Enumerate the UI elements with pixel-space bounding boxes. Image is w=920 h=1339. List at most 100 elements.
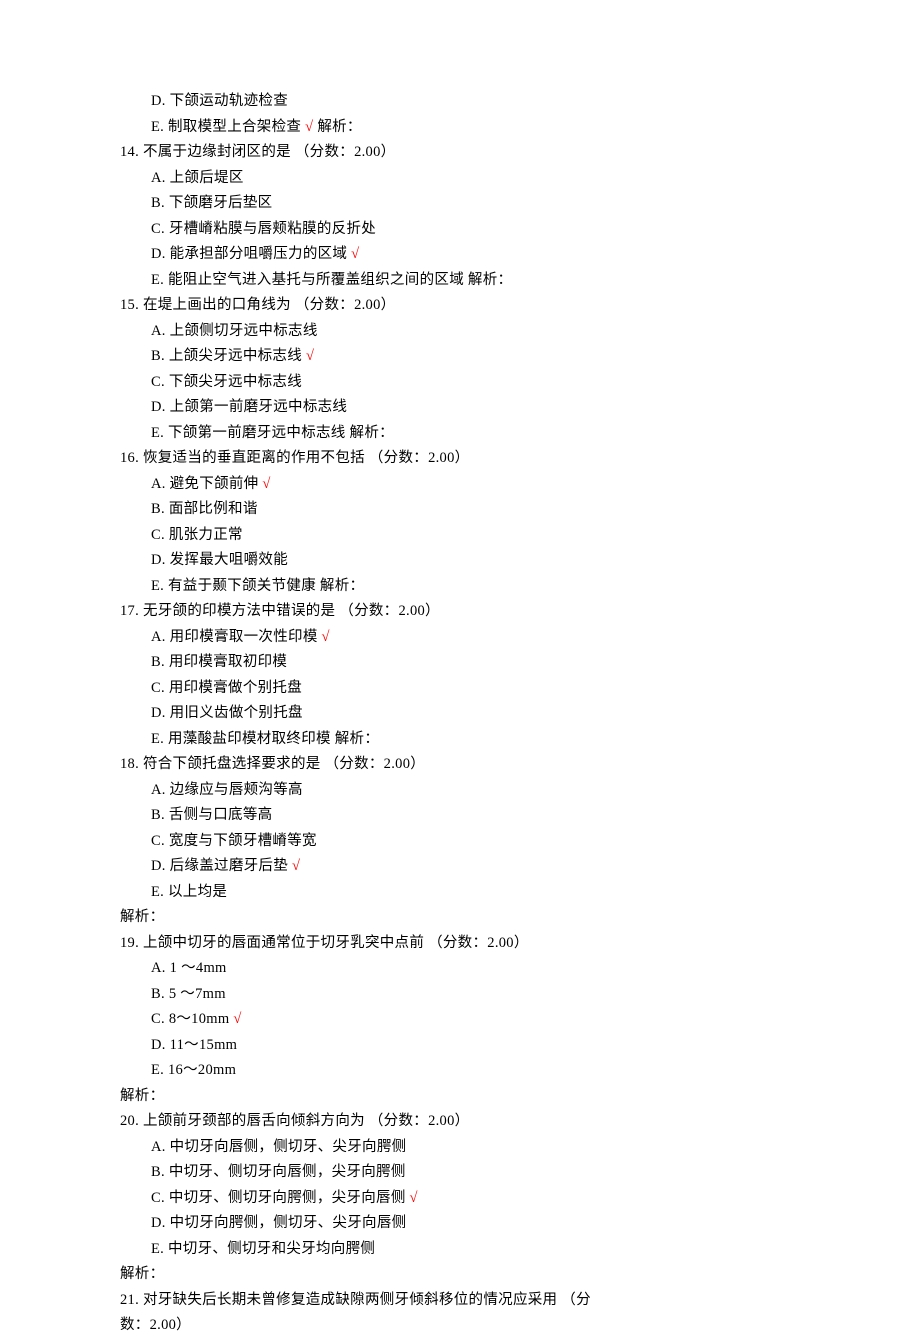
text-line: D. 能承担部分咀嚼压力的区域 √ xyxy=(120,242,840,268)
text-line: 解析： xyxy=(120,905,840,931)
document-page: D. 下颌运动轨迹检查 E. 制取模型上合架检查 √ 解析： 14. 不属于边缘封闭… xyxy=(0,0,920,1339)
text-run: B. 用印模膏取初印模 xyxy=(151,654,287,670)
text-line: D. 下颌运动轨迹检查 xyxy=(120,89,840,115)
text-run: D. 中切牙向腭侧，侧切牙、尖牙向唇侧 xyxy=(151,1215,406,1231)
text-line: A. 用印模膏取一次性印模 √ xyxy=(120,625,840,651)
text-line: E. 中切牙、侧切牙和尖牙均向腭侧 xyxy=(120,1237,840,1263)
text-line: E. 下颌第一前磨牙远中标志线 解析： xyxy=(120,421,840,447)
text-run: E. 能阻止空气进入基托与所覆盖组织之间的区域 解析： xyxy=(151,272,512,288)
text-run: B. 中切牙、侧切牙向唇侧，尖牙向腭侧 xyxy=(151,1164,406,1180)
text-run: C. 用印模膏做个别托盘 xyxy=(151,680,302,696)
text-line: 16. 恢复适当的垂直距离的作用不包括 （分数：2.00） xyxy=(120,446,840,472)
text-line: 解析： xyxy=(120,1262,840,1288)
text-run: 15. 在堤上画出的口角线为 （分数：2.00） xyxy=(120,297,395,313)
text-run: 17. 无牙颌的印模方法中错误的是 （分数：2.00） xyxy=(120,603,440,619)
text-run: E. 16～20mm xyxy=(151,1062,236,1078)
text-run: A. 避免下颌前伸 xyxy=(151,476,262,492)
check-icon: √ xyxy=(351,246,359,262)
check-icon: √ xyxy=(233,1011,241,1027)
text-run: D. 11～15mm xyxy=(151,1037,237,1053)
text-line: 18. 符合下颌托盘选择要求的是 （分数：2.00） xyxy=(120,752,840,778)
text-line: A. 中切牙向唇侧，侧切牙、尖牙向腭侧 xyxy=(120,1135,840,1161)
text-line: C. 8～10mm √ xyxy=(120,1007,840,1033)
text-line: E. 能阻止空气进入基托与所覆盖组织之间的区域 解析： xyxy=(120,268,840,294)
text-run: A. 上颌侧切牙远中标志线 xyxy=(151,323,318,339)
text-run: E. 以上均是 xyxy=(151,884,227,900)
text-run: E. 制取模型上合架检查 xyxy=(151,119,305,135)
text-run: E. 有益于颞下颌关节健康 解析： xyxy=(151,578,364,594)
text-line: 21. 对牙缺失后长期未曾修复造成缺隙两侧牙倾斜移位的情况应采用 （分 xyxy=(120,1288,840,1314)
text-line: E. 有益于颞下颌关节健康 解析： xyxy=(120,574,840,600)
text-run: B. 舌侧与口底等高 xyxy=(151,807,272,823)
text-run: A. 上颌后堤区 xyxy=(151,170,244,186)
text-run: 18. 符合下颌托盘选择要求的是 （分数：2.00） xyxy=(120,756,425,772)
text-run: C. 宽度与下颌牙槽嵴等宽 xyxy=(151,833,317,849)
text-run: C. 中切牙、侧切牙向腭侧，尖牙向唇侧 xyxy=(151,1190,410,1206)
text-line: B. 上颌尖牙远中标志线 √ xyxy=(120,344,840,370)
text-line: E. 16～20mm xyxy=(120,1058,840,1084)
text-line: B. 用印模膏取初印模 xyxy=(120,650,840,676)
check-icon: √ xyxy=(306,348,314,364)
text-run: 21. 对牙缺失后长期未曾修复造成缺隙两侧牙倾斜移位的情况应采用 （分 xyxy=(120,1292,591,1308)
text-run: D. 下颌运动轨迹检查 xyxy=(151,93,288,109)
text-line: A. 避免下颌前伸 √ xyxy=(120,472,840,498)
text-line: C. 用印模膏做个别托盘 xyxy=(120,676,840,702)
text-run: D. 后缘盖过磨牙后垫 xyxy=(151,858,292,874)
text-run: E. 用藻酸盐印模材取终印模 解析： xyxy=(151,731,379,747)
text-run: 20. 上颌前牙颈部的唇舌向倾斜方向为 （分数：2.00） xyxy=(120,1113,469,1129)
text-run: 解析： xyxy=(120,909,164,925)
text-line: C. 宽度与下颌牙槽嵴等宽 xyxy=(120,829,840,855)
text-line: D. 中切牙向腭侧，侧切牙、尖牙向唇侧 xyxy=(120,1211,840,1237)
text-run: B. 5 ～7mm xyxy=(151,986,226,1002)
text-line: B. 5 ～7mm xyxy=(120,982,840,1008)
check-icon: √ xyxy=(410,1190,418,1206)
text-line: 15. 在堤上画出的口角线为 （分数：2.00） xyxy=(120,293,840,319)
text-run: C. 8～10mm xyxy=(151,1011,233,1027)
text-line: B. 舌侧与口底等高 xyxy=(120,803,840,829)
text-line: D. 上颌第一前磨牙远中标志线 xyxy=(120,395,840,421)
text-run: D. 上颌第一前磨牙远中标志线 xyxy=(151,399,347,415)
check-icon: √ xyxy=(292,858,300,874)
text-line: D. 11～15mm xyxy=(120,1033,840,1059)
text-run: 19. 上颌中切牙的唇面通常位于切牙乳突中点前 （分数：2.00） xyxy=(120,935,529,951)
text-run: C. 肌张力正常 xyxy=(151,527,243,543)
text-line: C. 牙槽嵴粘膜与唇颊粘膜的反折处 xyxy=(120,217,840,243)
text-run: B. 下颌磨牙后垫区 xyxy=(151,195,272,211)
text-line: C. 下颌尖牙远中标志线 xyxy=(120,370,840,396)
text-line: B. 下颌磨牙后垫区 xyxy=(120,191,840,217)
text-run: E. 中切牙、侧切牙和尖牙均向腭侧 xyxy=(151,1241,375,1257)
text-run: 解析： xyxy=(120,1266,164,1282)
text-run: C. 牙槽嵴粘膜与唇颊粘膜的反折处 xyxy=(151,221,376,237)
text-line: E. 以上均是 xyxy=(120,880,840,906)
text-run: 数：2.00） xyxy=(120,1317,191,1333)
check-icon: √ xyxy=(262,476,270,492)
check-icon: √ xyxy=(322,629,330,645)
text-run: B. 上颌尖牙远中标志线 xyxy=(151,348,306,364)
text-run: A. 中切牙向唇侧，侧切牙、尖牙向腭侧 xyxy=(151,1139,406,1155)
text-run: B. 面部比例和谐 xyxy=(151,501,258,517)
text-line: A. 边缘应与唇颊沟等高 xyxy=(120,778,840,804)
text-run: 16. 恢复适当的垂直距离的作用不包括 （分数：2.00） xyxy=(120,450,469,466)
text-line: 20. 上颌前牙颈部的唇舌向倾斜方向为 （分数：2.00） xyxy=(120,1109,840,1135)
text-line: B. 中切牙、侧切牙向唇侧，尖牙向腭侧 xyxy=(120,1160,840,1186)
text-line: 14. 不属于边缘封闭区的是 （分数：2.00） xyxy=(120,140,840,166)
text-line: D. 发挥最大咀嚼效能 xyxy=(120,548,840,574)
text-run: 14. 不属于边缘封闭区的是 （分数：2.00） xyxy=(120,144,395,160)
text-run: A. 用印模膏取一次性印模 xyxy=(151,629,322,645)
text-line: C. 中切牙、侧切牙向腭侧，尖牙向唇侧 √ xyxy=(120,1186,840,1212)
text-run: D. 能承担部分咀嚼压力的区域 xyxy=(151,246,351,262)
text-line: 19. 上颌中切牙的唇面通常位于切牙乳突中点前 （分数：2.00） xyxy=(120,931,840,957)
text-run: C. 下颌尖牙远中标志线 xyxy=(151,374,302,390)
text-run: 解析： xyxy=(120,1088,164,1104)
text-line: 17. 无牙颌的印模方法中错误的是 （分数：2.00） xyxy=(120,599,840,625)
text-run: D. 用旧义齿做个别托盘 xyxy=(151,705,303,721)
text-line: E. 制取模型上合架检查 √ 解析： xyxy=(120,115,840,141)
text-line: A. 上颌侧切牙远中标志线 xyxy=(120,319,840,345)
text-line: A. 上颌后堤区 xyxy=(120,166,840,192)
text-run: A. 边缘应与唇颊沟等高 xyxy=(151,782,303,798)
text-line: E. 用藻酸盐印模材取终印模 解析： xyxy=(120,727,840,753)
text-line: 解析： xyxy=(120,1084,840,1110)
text-run: A. 1 ～4mm xyxy=(151,960,227,976)
text-run: 解析： xyxy=(313,119,361,135)
text-line: A. 1 ～4mm xyxy=(120,956,840,982)
